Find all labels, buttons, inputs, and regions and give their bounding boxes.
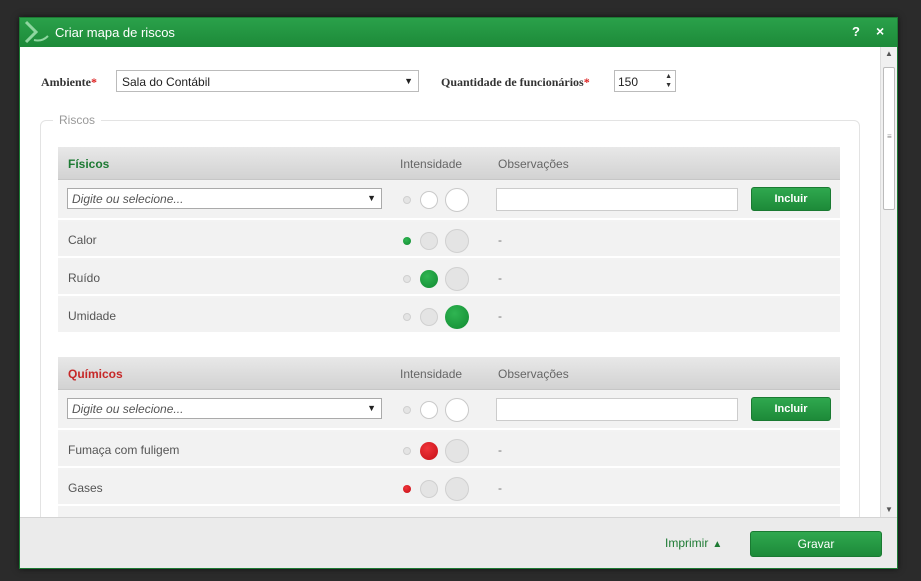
risk-observation: - xyxy=(498,309,502,323)
observacao-input[interactable] xyxy=(496,188,738,211)
add-risk-row: Digite ou selecione... ▼ Incluir xyxy=(58,181,840,220)
close-button[interactable]: × xyxy=(876,23,884,39)
qty-label: Quantidade de funcionários* xyxy=(441,75,590,90)
ambiente-label-text: Ambiente xyxy=(41,75,91,89)
intensity-low-option[interactable] xyxy=(403,406,411,414)
intensity-low-option[interactable] xyxy=(403,196,411,204)
intensity-low-indicator[interactable] xyxy=(403,237,411,245)
intensity-medium-indicator[interactable] xyxy=(420,480,438,498)
intensity-medium-option[interactable] xyxy=(420,401,438,419)
intensity-high-indicator[interactable] xyxy=(445,439,469,463)
app-logo-icon xyxy=(24,20,49,44)
risk-select-input[interactable]: Digite ou selecione... ▼ xyxy=(67,188,382,209)
dialog-titlebar: Criar mapa de riscos ? × xyxy=(20,18,897,47)
intensity-high-indicator[interactable] xyxy=(445,267,469,291)
intensity-medium-indicator[interactable] xyxy=(420,442,438,460)
panel-header: Químicos Intensidade Observações xyxy=(58,357,840,390)
panel-header: Físicos Intensidade Observações xyxy=(58,147,840,180)
riscos-legend: Riscos xyxy=(53,113,102,127)
intensity-high-option[interactable] xyxy=(445,188,469,212)
ambiente-select[interactable]: Sala do Contábil ▼ xyxy=(116,70,419,92)
intensity-low-indicator[interactable] xyxy=(403,485,411,493)
col-observacoes: Observações xyxy=(498,157,569,171)
scroll-down-icon[interactable]: ▼ xyxy=(885,505,893,514)
intensity-low-indicator[interactable] xyxy=(403,313,411,321)
required-mark: * xyxy=(583,75,590,89)
print-link[interactable]: Imprimir ▲ xyxy=(665,536,722,550)
scroll-up-icon[interactable]: ▲ xyxy=(885,49,893,58)
dialog-content: Ambiente* Sala do Contábil ▼ Quantidade … xyxy=(20,47,880,517)
risk-name: Gases xyxy=(68,481,103,495)
incluir-button[interactable]: Incluir xyxy=(751,397,831,421)
spinner-arrows-icon[interactable]: ▲ ▼ xyxy=(665,72,672,90)
intensity-medium-indicator[interactable] xyxy=(420,308,438,326)
qty-label-text: Quantidade de funcionários xyxy=(441,75,584,89)
col-intensidade: Intensidade xyxy=(400,157,463,171)
triangle-up-icon: ▲ xyxy=(712,539,723,550)
risk-row: Ruído - xyxy=(58,260,840,296)
panel-quimicos: Químicos Intensidade Observações Digite … xyxy=(58,357,840,517)
ambiente-label: Ambiente* xyxy=(41,75,97,90)
risk-observation: - xyxy=(498,443,502,457)
observacao-input[interactable] xyxy=(496,398,738,421)
scroll-thumb[interactable]: ≡ xyxy=(883,67,895,210)
risk-name: Umidade xyxy=(68,309,117,323)
risk-observation: - xyxy=(498,481,502,495)
dialog-footer: Imprimir ▲ Gravar xyxy=(20,517,897,568)
risk-row: Umidade - xyxy=(58,298,840,334)
chevron-down-icon: ▼ xyxy=(404,76,413,86)
intensity-high-indicator[interactable] xyxy=(445,305,469,329)
required-mark: * xyxy=(91,75,97,89)
intensity-high-option[interactable] xyxy=(445,398,469,422)
chevron-down-icon: ▼ xyxy=(367,403,376,413)
risk-row: Fumaça com fuligem - xyxy=(58,432,840,468)
panel-fisicos: Físicos Intensidade Observações Digite o… xyxy=(58,147,840,334)
risk-row: Calor - xyxy=(58,222,840,258)
risk-select-input[interactable]: Digite ou selecione... ▼ xyxy=(67,398,382,419)
intensity-medium-option[interactable] xyxy=(420,191,438,209)
panel-title-quimicos: Químicos xyxy=(68,367,123,381)
ambiente-value: Sala do Contábil xyxy=(122,75,211,89)
risk-select-placeholder: Digite ou selecione... xyxy=(72,192,184,206)
intensity-medium-indicator[interactable] xyxy=(420,270,438,288)
qty-value: 150 xyxy=(618,75,639,89)
intensity-low-indicator[interactable] xyxy=(403,447,411,455)
col-observacoes: Observações xyxy=(498,367,569,381)
print-label: Imprimir xyxy=(665,536,709,550)
panel-title-fisicos: Físicos xyxy=(68,157,110,171)
risk-name: Ruído xyxy=(68,271,101,285)
risk-name: Calor xyxy=(68,233,97,247)
risk-select-placeholder: Digite ou selecione... xyxy=(72,402,184,416)
qty-stepper[interactable]: 150 ▲ ▼ xyxy=(614,70,676,92)
dialog-title: Criar mapa de riscos xyxy=(55,25,175,40)
risk-observation: - xyxy=(498,233,502,247)
vertical-scrollbar[interactable]: ▲ ≡ ▼ xyxy=(880,47,897,517)
grip-icon: ≡ xyxy=(887,132,892,141)
intensity-high-indicator[interactable] xyxy=(445,229,469,253)
intensity-medium-indicator[interactable] xyxy=(420,232,438,250)
risk-map-dialog: Criar mapa de riscos ? × Ambiente* Sala … xyxy=(19,17,898,569)
intensity-high-indicator[interactable] xyxy=(445,477,469,501)
help-button[interactable]: ? xyxy=(852,24,860,39)
chevron-down-icon: ▼ xyxy=(367,193,376,203)
intensity-low-indicator[interactable] xyxy=(403,275,411,283)
risk-row: Gases - xyxy=(58,470,840,506)
col-intensidade: Intensidade xyxy=(400,367,463,381)
save-button[interactable]: Gravar xyxy=(750,531,882,557)
add-risk-row: Digite ou selecione... ▼ Incluir xyxy=(58,391,840,430)
risk-name: Fumaça com fuligem xyxy=(68,443,180,457)
risk-observation: - xyxy=(498,271,502,285)
incluir-button[interactable]: Incluir xyxy=(751,187,831,211)
